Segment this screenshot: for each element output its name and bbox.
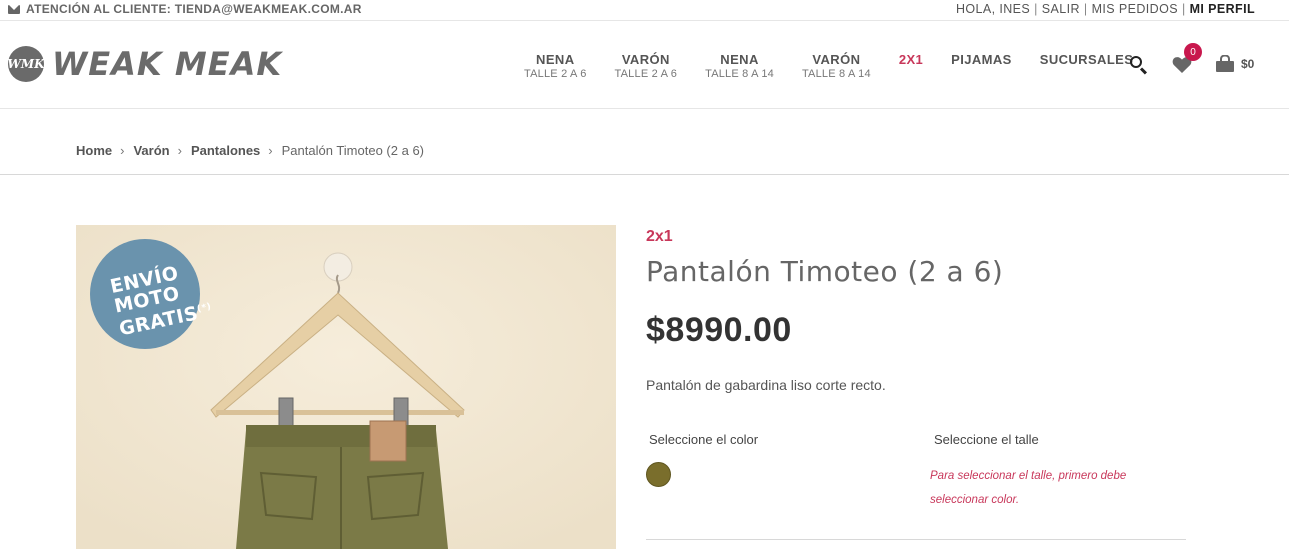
nav-item-varon-2-6[interactable]: VARÓN TALLE 2 A 6 xyxy=(601,52,692,80)
size-select-label: Seleccione el talle xyxy=(934,432,1039,447)
nav-item-2x1[interactable]: 2X1 xyxy=(885,52,937,80)
breadcrumb-current: Pantalón Timoteo (2 a 6) xyxy=(281,143,424,158)
shopping-bag-icon xyxy=(1216,55,1234,72)
section-divider xyxy=(646,539,1186,540)
cart-total: $0 xyxy=(1241,57,1255,71)
nav-item-varon-8-14[interactable]: VARÓN TALLE 8 A 14 xyxy=(788,52,885,80)
chevron-right-icon: › xyxy=(120,143,125,158)
nav-item-label: NENA xyxy=(720,52,759,67)
size-selection-hint: Para seleccionar el talle, primero debe … xyxy=(930,470,1127,506)
my-orders-link[interactable]: MIS PEDIDOS xyxy=(1092,2,1178,16)
nav-item-label: SUCURSALES xyxy=(1039,52,1134,67)
chevron-right-icon: › xyxy=(268,143,273,158)
wishlist-count-badge: 0 xyxy=(1184,43,1202,61)
breadcrumb-divider xyxy=(0,174,1289,175)
logo-mark: WMK xyxy=(7,46,45,82)
wishlist-button[interactable]: 0 xyxy=(1171,43,1202,75)
main-nav: NENA TALLE 2 A 6 VARÓN TALLE 2 A 6 NENA … xyxy=(510,52,1147,80)
free-shipping-badge: ENVÍO MOTO GRATIS(*) xyxy=(90,239,212,349)
breadcrumb-varon[interactable]: Varón xyxy=(133,143,169,158)
envelope-icon xyxy=(8,4,20,14)
my-profile-link[interactable]: MI PERFIL xyxy=(1190,2,1255,16)
account-links: HOLA, INES | SALIR | MIS PEDIDOS | MI PE… xyxy=(956,2,1255,16)
separator: | xyxy=(1083,2,1088,16)
breadcrumb-home[interactable]: Home xyxy=(76,143,112,158)
search-icon[interactable] xyxy=(1127,53,1149,75)
cart-button[interactable]: $0 xyxy=(1215,55,1254,73)
header-actions: 0 $0 xyxy=(1127,43,1254,75)
color-select-label: Seleccione el color xyxy=(649,432,759,447)
greeting-text: HOLA, INES xyxy=(955,2,1031,16)
nav-item-pijamas[interactable]: PIJAMAS xyxy=(937,52,1026,80)
nav-item-label: VARÓN xyxy=(621,52,670,67)
product-image[interactable]: ENVÍO MOTO GRATIS(*) xyxy=(76,225,616,549)
nav-item-sublabel: TALLE 2 A 6 xyxy=(614,68,678,80)
nav-item-sublabel: TALLE 8 A 14 xyxy=(705,68,774,80)
logo-text: WEAK MEAK xyxy=(52,45,283,83)
breadcrumb-pantalones[interactable]: Pantalones xyxy=(191,143,260,158)
separator: | xyxy=(1181,2,1186,16)
product-title: Pantalón Timoteo (2 a 6) xyxy=(646,255,1004,288)
site-logo[interactable]: WMK WEAK MEAK xyxy=(7,45,283,83)
nav-item-nena-8-14[interactable]: NENA TALLE 8 A 14 xyxy=(691,52,788,80)
top-bar: ATENCIÓN AL CLIENTE: TIENDA@WEAKMEAK.COM… xyxy=(0,0,1289,20)
chevron-right-icon: › xyxy=(177,143,182,158)
customer-service-contact[interactable]: ATENCIÓN AL CLIENTE: TIENDA@WEAKMEAK.COM… xyxy=(8,2,362,16)
product-description: Pantalón de gabardina liso corte recto. xyxy=(646,377,886,393)
nav-item-label: NENA xyxy=(536,52,575,67)
product-price: $8990.00 xyxy=(646,311,792,349)
logout-link[interactable]: SALIR xyxy=(1042,2,1080,16)
nav-item-sublabel: TALLE 8 A 14 xyxy=(801,68,871,80)
site-header: WMK WEAK MEAK NENA TALLE 2 A 6 VARÓN TAL… xyxy=(0,20,1289,109)
customer-service-text: ATENCIÓN AL CLIENTE: TIENDA@WEAKMEAK.COM… xyxy=(26,2,362,16)
nav-item-label: VARÓN xyxy=(812,52,861,67)
nav-item-sublabel: TALLE 2 A 6 xyxy=(524,68,587,80)
breadcrumb: Home › Varón › Pantalones › Pantalón Tim… xyxy=(76,143,424,158)
nav-item-label: 2X1 xyxy=(898,52,924,67)
nav-item-nena-2-6[interactable]: NENA TALLE 2 A 6 xyxy=(510,52,601,80)
color-swatch-olive[interactable] xyxy=(646,462,671,487)
nav-item-label: PIJAMAS xyxy=(951,52,1012,67)
separator: | xyxy=(1034,2,1038,16)
promo-tag: 2x1 xyxy=(646,228,673,245)
